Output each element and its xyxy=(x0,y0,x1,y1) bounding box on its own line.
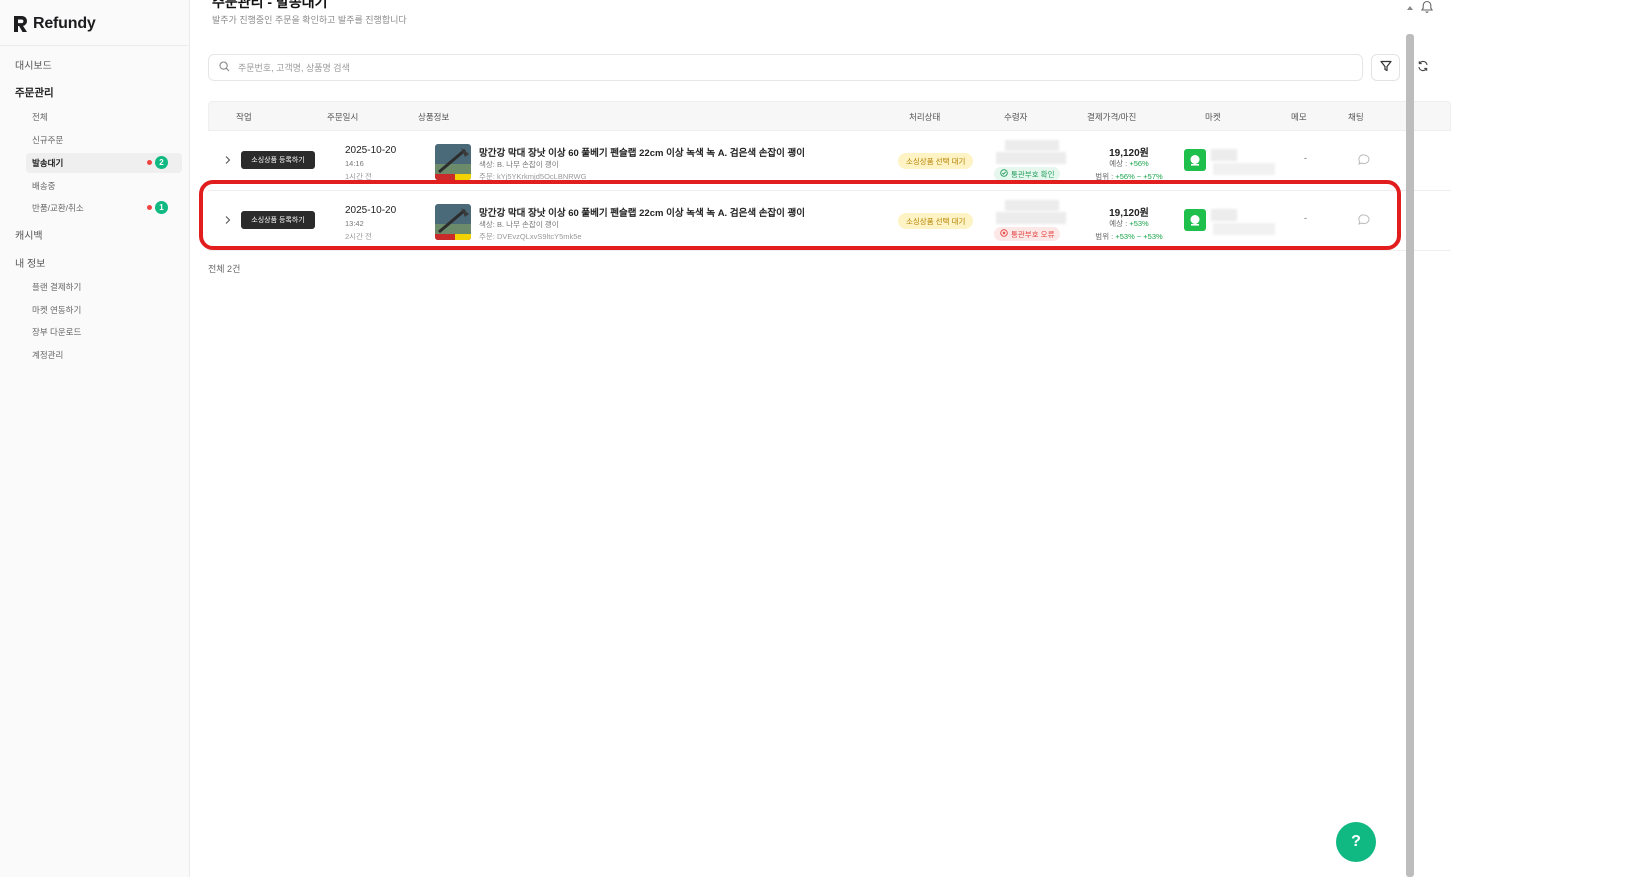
brand-logo[interactable]: Refundy xyxy=(12,12,96,36)
col-header-status: 처리상태 xyxy=(909,112,941,122)
count-badge: 2 xyxy=(155,156,168,169)
sidebar-item-my-info[interactable]: 내 정보 xyxy=(0,252,190,272)
page-title: 주문관리 - 발송대기 xyxy=(212,0,328,10)
sidebar-item-ledger-download[interactable]: 장부 다운로드 xyxy=(0,322,190,342)
col-header-market: 마켓 xyxy=(1205,112,1221,122)
expected-margin-value: +56% xyxy=(1129,159,1149,168)
col-header-action: 작업 xyxy=(236,112,252,122)
help-chat-button[interactable]: ? xyxy=(1336,822,1376,862)
filter-icon xyxy=(1379,59,1392,77)
recipient-info-blurred xyxy=(996,152,1066,164)
table-header: 작업 주문일시 상품정보 처리상태 수령자 결제가격/마진 마켓 메모 채팅 xyxy=(208,101,1451,131)
search-icon xyxy=(219,59,230,77)
sidebar-item-cashback[interactable]: 캐시백 xyxy=(0,224,190,244)
sidebar-divider xyxy=(0,45,190,46)
recipient-name-blurred xyxy=(1005,140,1059,151)
product-name[interactable]: 망간강 막대 장낫 이상 60 풀베기 펜슬랩 22cm 이상 녹색 녹 A. … xyxy=(479,145,805,159)
sidebar-item-label: 반품/교환/취소 xyxy=(32,203,84,213)
sidebar-item-awaiting-shipment[interactable]: 발송대기 2 xyxy=(26,153,182,173)
refresh-icon xyxy=(1417,59,1429,77)
order-time: 14:16 xyxy=(345,159,364,168)
sidebar-item-shipping[interactable]: 배송중 xyxy=(0,176,190,196)
register-sourcing-button[interactable]: 소싱상품 등록하기 xyxy=(241,151,315,169)
col-header-memo: 메모 xyxy=(1291,112,1307,122)
chevron-right-icon[interactable] xyxy=(223,153,233,165)
check-circle-icon xyxy=(1000,169,1008,179)
memo-value[interactable]: - xyxy=(1304,153,1307,163)
question-icon: ? xyxy=(1351,833,1361,850)
page-subtitle: 발주가 진행중인 주문을 확인하고 발주를 진행합니다 xyxy=(212,15,407,25)
sidebar-item-market-link[interactable]: 마켓 연동하기 xyxy=(0,300,190,320)
product-option: 색상: B. 나무 손잡이 괭이 xyxy=(479,160,559,169)
market-name-blurred xyxy=(1211,149,1237,161)
app-root: Refundy 대시보드 주문관리 전체 신규주문 발송대기 2 배송중 반품/… xyxy=(0,0,1634,877)
filter-button[interactable] xyxy=(1371,54,1400,81)
col-header-chat: 채팅 xyxy=(1348,112,1364,122)
search-input[interactable] xyxy=(238,62,1138,73)
main-content: 주문관리 - 발송대기 발주가 진행중인 주문을 확인하고 발주를 진행합니다 … xyxy=(190,0,1474,877)
customs-code-label: 통관부호 확인 xyxy=(1011,169,1055,179)
market-logo-icon xyxy=(1184,149,1206,171)
col-header-product: 상품정보 xyxy=(418,112,450,122)
sidebar-item-plan-payment[interactable]: 플랜 결제하기 xyxy=(0,277,190,297)
sidebar-item-new-orders[interactable]: 신규주문 xyxy=(0,130,190,150)
total-count: 전체 2건 xyxy=(208,264,241,274)
scrollbar-thumb[interactable] xyxy=(1406,34,1414,877)
col-header-price-margin: 결제가격/마진 xyxy=(1087,112,1137,122)
notification-bell-icon[interactable] xyxy=(1420,0,1434,14)
market-store-blurred xyxy=(1213,163,1275,175)
sidebar-item-all[interactable]: 전체 xyxy=(0,107,190,127)
sidebar-item-label: 발송대기 xyxy=(32,158,64,168)
alert-dot xyxy=(147,205,152,210)
status-badge: 소싱상품 선택 대기 xyxy=(898,153,974,169)
alert-dot xyxy=(147,160,152,165)
product-thumbnail[interactable] xyxy=(435,144,471,180)
order-date: 2025-10-20 xyxy=(345,145,397,156)
chat-bubble-icon[interactable] xyxy=(1357,153,1371,167)
sidebar-item-returns[interactable]: 반품/교환/취소 1 xyxy=(0,198,190,218)
col-header-recipient: 수령자 xyxy=(1004,112,1028,122)
brand-name: Refundy xyxy=(33,15,96,32)
highlight-annotation xyxy=(199,180,1401,250)
sidebar: Refundy 대시보드 주문관리 전체 신규주문 발송대기 2 배송중 반품/… xyxy=(0,0,190,877)
search-bar[interactable] xyxy=(208,54,1363,81)
sidebar-item-account[interactable]: 계정관리 xyxy=(0,345,190,365)
refundy-logo-icon xyxy=(12,15,29,33)
expected-margin-label: 예상 : xyxy=(1109,159,1130,168)
col-header-order-date: 주문일시 xyxy=(327,112,359,122)
payment-price: 19,120원 xyxy=(1109,148,1149,159)
sidebar-item-orders[interactable]: 주문관리 xyxy=(0,82,190,102)
expected-margin: 예상 : +56% xyxy=(1082,158,1176,169)
count-badge: 1 xyxy=(155,201,168,214)
sidebar-item-dashboard[interactable]: 대시보드 xyxy=(0,54,190,74)
customs-code-badge: 통관부호 확인 xyxy=(994,167,1061,181)
scroll-up-arrow-icon[interactable] xyxy=(1405,0,1415,10)
